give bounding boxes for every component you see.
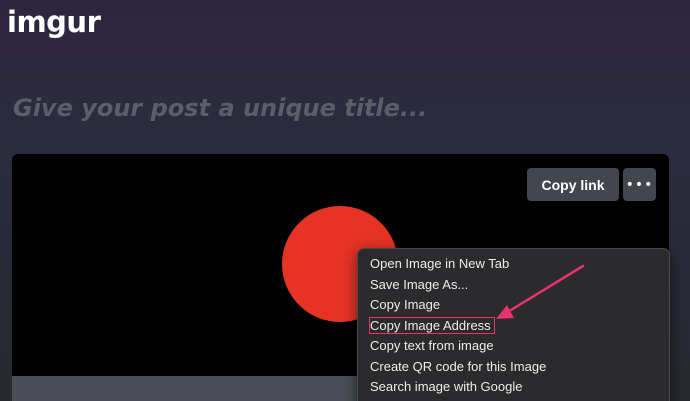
ellipsis-icon: ••• [625, 176, 654, 193]
menu-item-copy-image[interactable]: Copy Image [358, 295, 669, 316]
copy-link-button[interactable]: Copy link [527, 168, 619, 201]
menu-item-open-image-new-tab[interactable]: Open Image in New Tab [358, 254, 669, 275]
menu-item-label: Copy text from image [370, 338, 494, 353]
menu-item-label: Open Image in New Tab [370, 256, 510, 271]
menu-item-create-qr-code[interactable]: Create QR code for this Image [358, 357, 669, 378]
menu-item-label: Save Image As... [370, 276, 469, 292]
post-title-input[interactable] [13, 88, 653, 128]
menu-item-label: Copy Image Address [369, 316, 495, 334]
menu-item-label: Create QR code for this Image [370, 358, 547, 374]
menu-item-copy-image-address[interactable]: Copy Image Address [358, 316, 669, 337]
menu-item-label: Copy Image [370, 297, 441, 312]
menu-item-label: Search image with Google [370, 379, 523, 394]
browser-context-menu: Open Image in New Tab Save Image As... C… [357, 248, 670, 401]
more-options-button[interactable]: ••• [623, 168, 656, 201]
imgur-logo[interactable]: imgur [7, 2, 101, 42]
menu-item-copy-text-from-image[interactable]: Copy text from image [358, 336, 669, 357]
menu-item-search-image-google[interactable]: Search image with Google [358, 377, 669, 398]
menu-item-save-image-as[interactable]: Save Image As... [358, 275, 669, 296]
